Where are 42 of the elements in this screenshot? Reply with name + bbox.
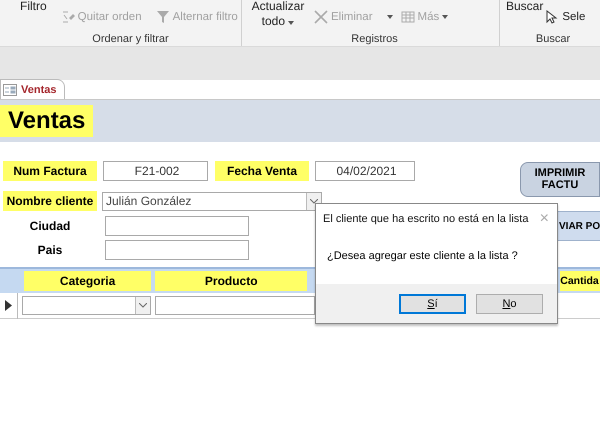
column-header: Cantida	[560, 271, 600, 291]
group-label: Buscar	[534, 33, 572, 45]
record-pointer-icon	[5, 300, 12, 311]
column-header: Categoria	[24, 271, 152, 291]
dialog-button[interactable]: Sí	[399, 294, 466, 314]
column-header: Producto	[155, 271, 308, 291]
field-label: Nombre cliente	[3, 191, 97, 211]
chevron-icon	[310, 198, 318, 204]
filter-icon	[156, 10, 170, 24]
caret-icon	[288, 21, 294, 25]
caret-icon	[386, 15, 393, 19]
group-label: Ordenar y filtrar	[91, 33, 170, 45]
print-button[interactable]: IMPRIMIR FACTU	[520, 162, 600, 196]
field-label: Num Factura	[3, 161, 97, 181]
form-icon	[3, 84, 17, 96]
city-field[interactable]	[105, 216, 249, 236]
caret-icon	[442, 15, 448, 19]
chevron-icon	[139, 303, 147, 308]
invoice-number-field[interactable]: F21-002	[103, 161, 208, 181]
form-title: Ventas	[0, 105, 94, 137]
sale-date-field[interactable]: 04/02/2021	[315, 161, 415, 181]
ribbon-button[interactable]: Sele	[545, 10, 586, 24]
document-tab[interactable]: Ventas	[0, 79, 66, 99]
table-icon	[400, 10, 415, 24]
customer-combo[interactable]: Julián González	[102, 192, 322, 210]
close-icon	[314, 10, 328, 24]
category-combo[interactable]	[22, 296, 151, 315]
sort-icon	[60, 10, 75, 24]
field-label: Fecha Venta	[215, 161, 309, 181]
ribbon-button[interactable]: Buscar	[506, 0, 544, 14]
send-button[interactable]: VIAR PO	[557, 211, 600, 241]
dialog-message: ¿Desea agregar este cliente a la lista ?	[326, 249, 519, 264]
cursor-icon	[545, 10, 560, 24]
group-label: Registros	[350, 33, 399, 45]
country-field[interactable]	[105, 240, 249, 260]
field-label: Pais	[36, 242, 64, 259]
ribbon-button[interactable]: Actualizar todo	[250, 0, 306, 29]
ribbon-button[interactable]: Filtro	[20, 0, 47, 14]
field-label: Ciudad	[28, 218, 72, 235]
dialog-title: El cliente que ha escrito no está en la lista	[323, 213, 528, 225]
dialog-button[interactable]: No	[476, 294, 543, 314]
product-field[interactable]	[155, 296, 315, 315]
